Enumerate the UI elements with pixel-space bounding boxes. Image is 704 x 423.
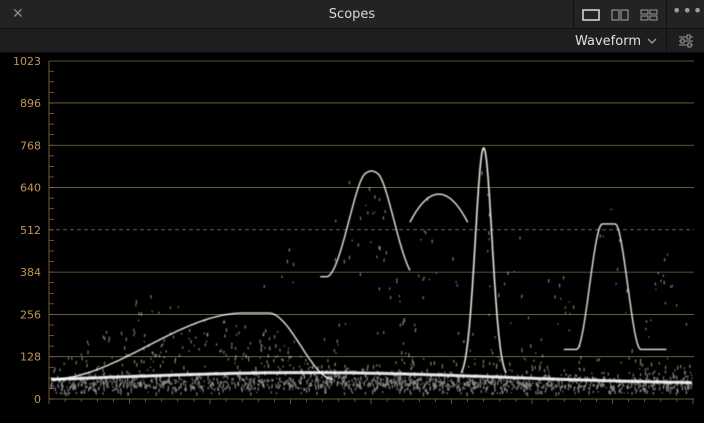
scope-toolbar: Waveform	[0, 29, 704, 53]
y-tick-label: 768	[20, 139, 41, 152]
dual-view-icon	[610, 8, 629, 21]
title-bar: ✕ Scopes •••	[0, 0, 704, 29]
waveform-chart: 0 128 256 384 512 640 768 896 1023	[13, 55, 694, 406]
more-icon[interactable]: •••	[672, 3, 702, 25]
waveform-scope: 0 128 256 384 512 640 768 896 1023	[0, 53, 704, 423]
waveform-contour	[409, 193, 469, 223]
y-tick-label: 128	[20, 351, 41, 364]
dual-view-button[interactable]	[605, 4, 634, 25]
y-tick-label: 0	[34, 393, 41, 406]
y-tick-label: 512	[20, 224, 41, 237]
waveform-contour	[320, 170, 411, 278]
single-view-button[interactable]	[576, 4, 605, 25]
title-separator	[573, 0, 574, 29]
toolbar-separator	[666, 29, 667, 53]
waveform-contour	[563, 223, 667, 351]
title-separator	[666, 0, 667, 29]
quad-view-button[interactable]	[634, 4, 663, 25]
quad-view-icon	[639, 8, 658, 21]
y-tick-label: 640	[20, 182, 41, 195]
sliders-icon	[679, 34, 693, 48]
waveform-contour	[460, 146, 507, 374]
y-tick-label: 896	[20, 97, 41, 110]
y-tick-label: 256	[20, 308, 41, 321]
single-view-icon	[581, 8, 600, 21]
layout-buttons	[576, 4, 663, 25]
chevron-down-icon	[647, 38, 657, 44]
waveform-contour	[50, 312, 334, 380]
scope-mode-label: Waveform	[575, 33, 641, 49]
scope-settings-button[interactable]	[673, 31, 699, 51]
scope-mode-dropdown[interactable]: Waveform	[575, 32, 657, 50]
y-tick-label: 1023	[13, 55, 41, 68]
waveform-trace	[50, 171, 693, 397]
y-tick-label: 384	[20, 266, 41, 279]
